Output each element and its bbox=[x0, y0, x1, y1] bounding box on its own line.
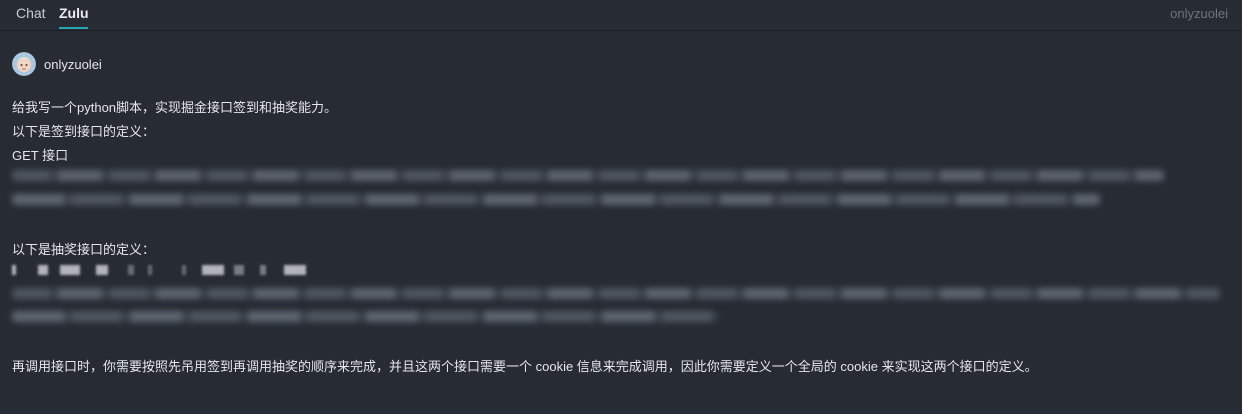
avatar bbox=[12, 52, 36, 76]
tab-chat[interactable]: Chat bbox=[16, 5, 46, 25]
redacted-text bbox=[12, 311, 718, 322]
redacted-text bbox=[12, 170, 1164, 181]
active-tab-indicator bbox=[59, 27, 88, 29]
tab-zulu[interactable]: Zulu bbox=[59, 5, 89, 25]
message-line: 再调用接口时，你需要按照先吊用签到再调用抽奖的顺序来完成，并且这两个接口需要一个… bbox=[12, 359, 1038, 374]
message-line: 给我写一个python脚本，实现掘金接口签到和抽奖能力。 bbox=[12, 100, 338, 115]
message-line: 以下是签到接口的定义： bbox=[12, 124, 156, 139]
redacted-text bbox=[12, 265, 322, 275]
top-bar: Chat Zulu onlyzuolei bbox=[0, 0, 1242, 31]
header-username[interactable]: onlyzuolei bbox=[1170, 6, 1228, 21]
redacted-text bbox=[12, 194, 1100, 205]
message-line: GET 接口 bbox=[12, 148, 69, 163]
redacted-text bbox=[12, 288, 1220, 299]
message-author: onlyzuolei bbox=[44, 57, 102, 72]
message-line: 以下是抽奖接口的定义： bbox=[12, 242, 156, 257]
